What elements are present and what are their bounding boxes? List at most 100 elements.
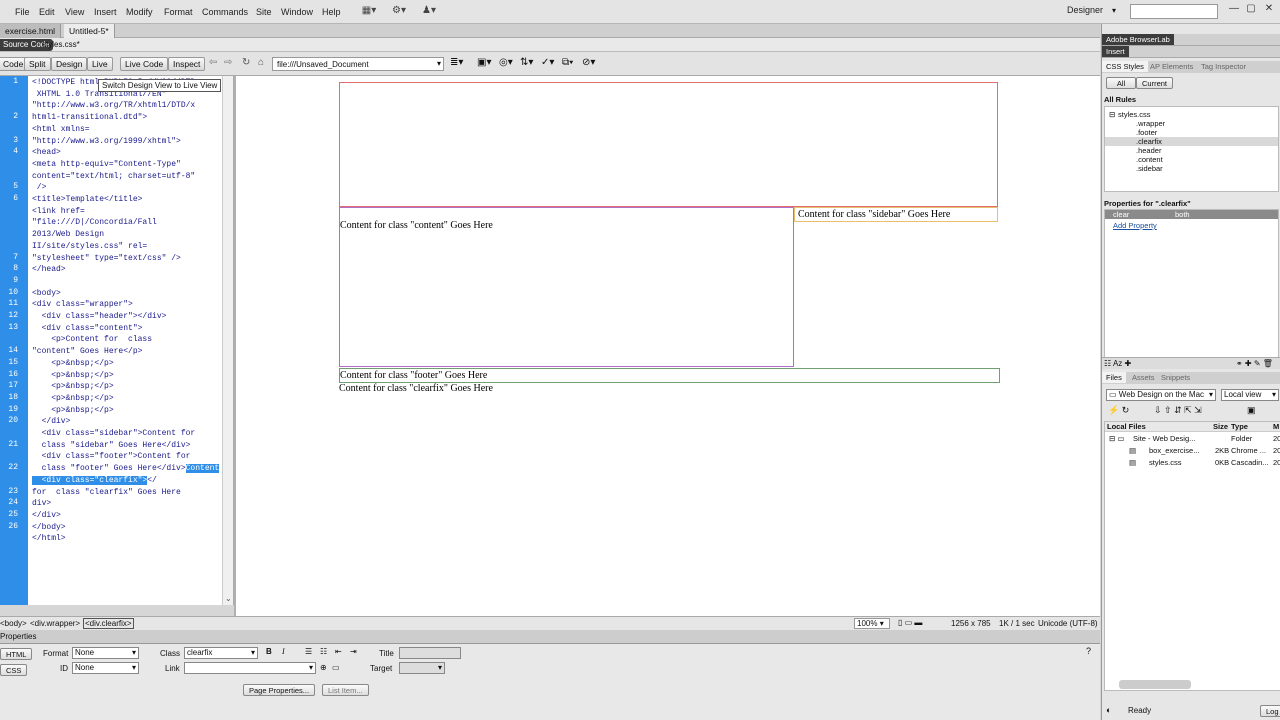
code-line[interactable]: <div class="sidebar">Content for [32, 428, 196, 440]
content-div[interactable]: Content for class "content" Goes Here [339, 207, 794, 367]
ordered-list-icon[interactable]: ☷ [320, 647, 327, 656]
collapse-icon[interactable]: ⊟ ▭ [1109, 434, 1124, 443]
check-browser-icon[interactable]: ✓▾ [541, 57, 554, 68]
design-view-button[interactable]: Design [51, 57, 88, 71]
help-icon[interactable]: ? [1086, 646, 1091, 656]
code-line[interactable]: <p>Content for class [32, 334, 152, 346]
menu-commands[interactable]: Commands [202, 7, 248, 17]
col-local-files[interactable]: Local Files [1107, 422, 1146, 431]
footer-div[interactable]: Content for class "footer" Goes Here [339, 368, 1000, 383]
insert-panel[interactable]: Insert [1102, 46, 1280, 58]
collapse-icon[interactable]: ⊟ [1109, 110, 1115, 119]
page-properties-button[interactable]: Page Properties... [243, 684, 316, 696]
window-dimensions[interactable]: 1256 x 785 [951, 619, 991, 628]
code-line[interactable]: <head> [32, 147, 61, 159]
id-select[interactable]: None ▾ [72, 662, 139, 674]
code-line[interactable]: <p>&nbsp;</p> [32, 393, 113, 405]
tab-assets[interactable]: Assets [1128, 372, 1159, 383]
code-line[interactable]: "http://www.w3.org/1999/xhtml"> [32, 136, 181, 148]
inspect-button[interactable]: Inspect [168, 57, 206, 71]
workspace-switcher[interactable]: Designer [1067, 5, 1103, 15]
code-line[interactable]: <html xmlns= [32, 124, 90, 136]
split-view-button[interactable]: Split [24, 57, 51, 71]
rule-styles-css[interactable]: styles.css [1118, 110, 1151, 119]
visual-aids-icon[interactable]: ⧉▾ [562, 57, 573, 68]
menu-file[interactable]: File [15, 7, 30, 17]
code-line[interactable]: <meta http-equiv="Content-Type" [32, 159, 181, 171]
code-line[interactable]: <link href= [32, 206, 85, 218]
refresh-icon[interactable]: ↻ [242, 57, 250, 68]
forward-arrow-icon[interactable]: ⇨ [224, 57, 232, 68]
chevron-down-icon[interactable]: ▾ [1112, 6, 1116, 15]
bold-icon[interactable]: B [266, 647, 272, 656]
properties-header[interactable]: Properties [0, 630, 1100, 644]
code-view[interactable]: 1 2 3 4 5 6 7 8 9 10 11 12 13 14 15 16 17 18 19 20 21 22 23 24 2… [0, 76, 234, 605]
code-line[interactable]: </div> [32, 416, 71, 428]
code-line[interactable]: /> [32, 182, 47, 194]
view-options-icon[interactable]: ≣▾ [450, 57, 463, 68]
rule-wrapper[interactable]: .wrapper [1136, 119, 1165, 128]
code-line[interactable]: <p>&nbsp;</p> [32, 405, 113, 417]
html-mode-button[interactable]: HTML [0, 648, 33, 660]
add-property-link[interactable]: Add Property [1113, 221, 1157, 230]
address-field[interactable]: file:///Unsaved_Document ▾ [272, 57, 444, 71]
code-line[interactable]: </div> [32, 510, 61, 522]
point-to-file-icon[interactable]: ⊕ [320, 663, 327, 672]
col-size[interactable]: Size [1213, 422, 1228, 431]
show-category-icon[interactable]: ☷ Az ✚ [1104, 359, 1131, 368]
connect-icon[interactable]: ⚡ ↻ [1108, 405, 1129, 416]
attach-stylesheet-icon[interactable]: ⚭ ✚ ✎ 🗑 [1236, 359, 1273, 368]
code-line[interactable]: <div class="wrapper"> [32, 299, 133, 311]
scroll-down-icon[interactable]: ⌄ [225, 594, 232, 603]
sidebar-div[interactable]: Content for class "sidebar" Goes Here [794, 207, 998, 222]
code-line[interactable]: </body> [32, 522, 66, 534]
rule-clearfix[interactable]: .clearfix [1105, 137, 1278, 146]
menu-modify[interactable]: Modify [126, 7, 153, 17]
insert-tab[interactable]: Insert [1102, 46, 1129, 57]
unordered-list-icon[interactable]: ☰ [305, 647, 312, 656]
all-button[interactable]: All [1106, 77, 1136, 89]
code-line[interactable]: div> [32, 498, 51, 510]
tag-div-clearfix[interactable]: <div.clearfix> [83, 618, 134, 629]
list-item-button[interactable]: List Item... [322, 684, 369, 696]
menu-edit[interactable]: Edit [39, 7, 55, 17]
clearfix-div[interactable]: Content for class "clearfix" Goes Here [339, 383, 639, 397]
get-put-icon[interactable]: ⇩ ⇧ ⇵ ⇱ ⇲ [1154, 405, 1202, 416]
col-modified[interactable]: M [1273, 422, 1279, 431]
validate-icon[interactable]: ⊘▾ [582, 57, 595, 68]
preview-browser-icon[interactable]: ◎▾ [499, 57, 513, 68]
code-line[interactable]: "content" Goes Here</p> [32, 346, 142, 358]
header-div[interactable] [339, 82, 998, 207]
code-line[interactable]: content="text/html; charset=utf-8" [32, 171, 195, 183]
tab-css-styles[interactable]: CSS Styles [1102, 61, 1148, 72]
live-code-button[interactable]: Live Code [120, 57, 169, 71]
search-input[interactable] [1130, 4, 1218, 19]
tab-tag-inspector[interactable]: Tag Inspector [1197, 61, 1250, 72]
code-line[interactable]: for class "clearfix" Goes Here [32, 487, 181, 499]
rule-sidebar[interactable]: .sidebar [1136, 164, 1163, 173]
tag-body[interactable]: <body> [0, 619, 27, 628]
code-line[interactable]: <body> [32, 288, 61, 300]
menu-view[interactable]: View [65, 7, 84, 17]
expand-icon[interactable]: ▣ [1247, 405, 1256, 416]
italic-icon[interactable]: I [282, 647, 285, 656]
user-icon[interactable]: ♟▾ [420, 5, 438, 19]
rule-content[interactable]: .content [1136, 155, 1163, 164]
file-row[interactable]: ⊟ ▭ Site - Web Desig... Folder 20 [1105, 434, 1280, 444]
menu-format[interactable]: Format [164, 7, 193, 17]
scroll-right-icon[interactable]: › [212, 602, 215, 605]
tab-snippets[interactable]: Snippets [1157, 372, 1194, 383]
property-value[interactable]: both [1175, 210, 1190, 219]
live-view-button[interactable]: Live [87, 57, 113, 71]
menu-site[interactable]: Site [256, 7, 272, 17]
rules-tree[interactable]: ⊟ styles.css .wrapper .footer .clearfix … [1104, 106, 1279, 192]
rule-footer[interactable]: .footer [1136, 128, 1157, 137]
view-select[interactable]: Local view ▾ [1221, 389, 1279, 401]
code-line[interactable]: </head> [32, 264, 66, 276]
browse-folder-icon[interactable]: ▭ [332, 663, 340, 672]
code-line[interactable]: 2013/Web Design [32, 229, 104, 241]
target-select[interactable]: ▾ [399, 662, 445, 674]
code-line[interactable]: <div class="content"> [32, 323, 143, 335]
code-line[interactable]: <p>&nbsp;</p> [32, 381, 113, 393]
gear-icon[interactable]: ⚙▾ [390, 5, 408, 19]
